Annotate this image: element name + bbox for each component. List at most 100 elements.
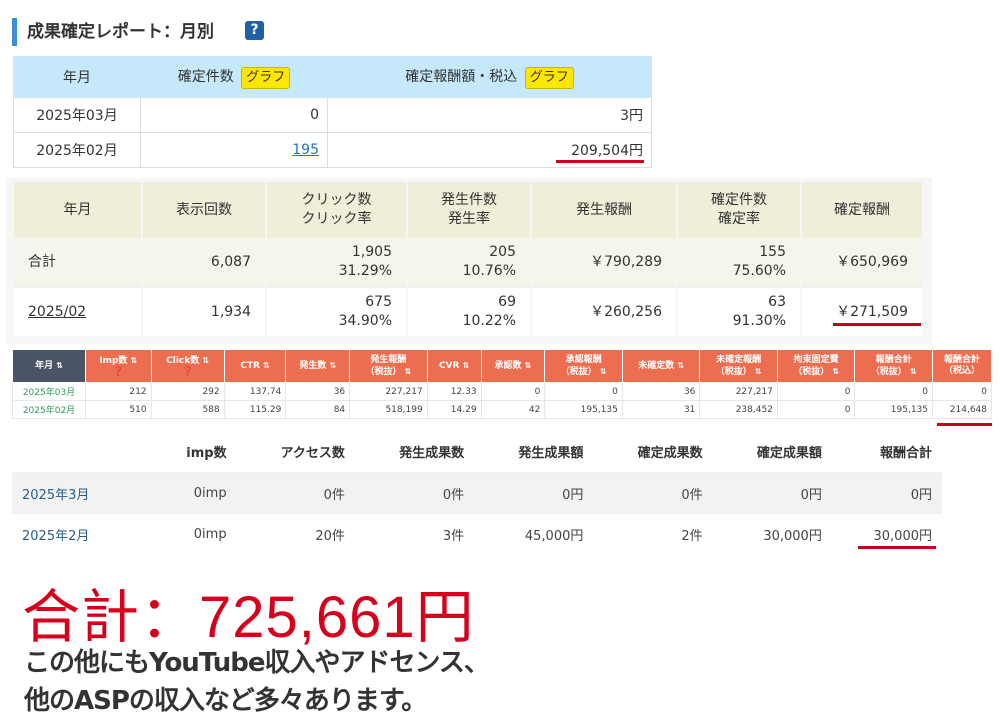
header-label: 報酬合計 xyxy=(875,354,912,365)
cell-conf: 155 75.60% xyxy=(677,238,802,287)
cell-value: 0 xyxy=(544,382,623,401)
cell-value: 45,000円 xyxy=(474,513,594,554)
col-header-blank xyxy=(12,430,152,473)
cell-value: 115.29 xyxy=(223,400,287,419)
cell-ym: 合計 xyxy=(14,238,143,287)
col-header-count-label: 確定件数 xyxy=(177,68,234,85)
cell-value: 0件 xyxy=(354,472,475,514)
cell-value: 518,199 xyxy=(349,400,428,419)
cell-value: 0円 xyxy=(831,472,942,514)
col-header-conf-rate-label: 確定率 xyxy=(718,211,760,227)
count-link[interactable]: 195 xyxy=(292,142,319,158)
cell-value: 12.33 xyxy=(426,382,482,401)
highlight-underline xyxy=(858,546,936,549)
sort-icon: ⇅ xyxy=(329,361,337,370)
cell-value: 0 xyxy=(776,382,856,401)
col-header-approved-reward[interactable]: 承認報酬 （税抜） ⇅ xyxy=(544,349,623,383)
header-label: CTR xyxy=(240,361,260,371)
cell-ym[interactable]: 2025年02月 xyxy=(12,400,86,419)
col-header-fixed-fee[interactable]: 拘束固定費 （税抜） ⇅ xyxy=(776,349,856,383)
asp-detail-table: 年月 ⇅ Imp数 ⇅ ❓ Click数 ⇅ ❓ CTR ⇅ 発生数 ⇅ 発生報酬（… xyxy=(12,349,992,419)
col-header-conf: 確定件数 確定率 xyxy=(677,182,802,238)
col-header-occ-rate-label: 発生率 xyxy=(448,211,490,227)
table-row: 2025年3月 0imp 0件 0件 0円 0件 0円 0円 xyxy=(12,472,942,514)
cell-value: 588 xyxy=(150,400,225,419)
col-header-imp[interactable]: Imp数 ⇅ ❓ xyxy=(85,349,152,383)
cell-value: 42 xyxy=(480,400,546,419)
highlight-underline xyxy=(556,160,644,163)
header-sublabel: （税抜） xyxy=(365,366,402,377)
col-header-pending-reward[interactable]: 未確定報酬 （税抜） ⇅ xyxy=(699,349,778,383)
col-header-amount-label: 確定報酬額・税込 xyxy=(405,68,518,85)
cell-value: 14.29 xyxy=(426,400,482,419)
header-label: Imp数 xyxy=(99,355,128,366)
col-header-imp: 表示回数 xyxy=(142,182,267,238)
cell-clicks: 675 34.90% xyxy=(266,286,408,336)
header-label: 承認報酬 xyxy=(565,354,602,365)
cell-value: 212 xyxy=(85,382,152,401)
header-sublabel: （税抜） xyxy=(870,366,907,377)
cell-value: 30,000円 xyxy=(712,513,832,554)
cell-imp: 6,087 xyxy=(142,238,267,287)
cell-occ-reward: ￥260,256 xyxy=(531,286,678,336)
col-header-ctr[interactable]: CTR ⇅ xyxy=(223,349,287,383)
col-header-ym[interactable]: 年月 ⇅ xyxy=(12,349,86,383)
help-icon[interactable]: ❓ xyxy=(182,367,193,377)
click-stats-table: 年月 表示回数 クリック数 クリック率 発生件数 発生率 発生報酬 確定件数 確定率 … xyxy=(14,182,924,336)
header-label: 未確定数 xyxy=(638,361,675,371)
col-header-occ[interactable]: 発生数 ⇅ xyxy=(285,349,351,383)
col-header-occ-reward[interactable]: 発生報酬 （税抜） ⇅ xyxy=(349,349,428,383)
help-icon[interactable]: ❓ xyxy=(113,367,124,377)
cell-count: 195 xyxy=(140,132,328,168)
header-label: 報酬合計 xyxy=(943,355,980,365)
col-header-occ-amount: 発生成果額 xyxy=(518,445,584,461)
cell-conf-reward: ￥650,969 xyxy=(801,238,924,287)
table-header-row: 年月 ⇅ Imp数 ⇅ ❓ Click数 ⇅ ❓ CTR ⇅ 発生数 ⇅ 発生報酬（… xyxy=(12,349,992,383)
cell-value: 0imp xyxy=(152,513,237,554)
cell-amount: 3円 xyxy=(327,97,652,133)
col-header-click[interactable]: Click数 ⇅ ❓ xyxy=(150,349,225,383)
cell-ym: 2025年3月 xyxy=(12,472,152,514)
col-header-total-ex-tax[interactable]: 報酬合計 （税抜） ⇅ xyxy=(854,349,933,383)
cell-ym: 2025年2月 xyxy=(12,513,152,554)
header-label: 年月 xyxy=(35,361,54,371)
col-header-approved[interactable]: 承認数 ⇅ xyxy=(480,349,546,383)
col-header-conf-count: 確定成果数 xyxy=(637,445,703,461)
col-header-access: アクセス数 xyxy=(280,445,345,461)
value-occ: 69 xyxy=(498,294,516,310)
graph-button-count[interactable]: グラフ xyxy=(241,66,291,89)
month-link[interactable]: 2025/02 xyxy=(28,304,86,320)
value-conf: 63 xyxy=(768,294,786,310)
header-label: 未確定報酬 xyxy=(716,354,762,365)
value-clicks: 675 xyxy=(365,294,392,310)
table-row: 2025年03月 0 3円 xyxy=(13,97,652,133)
table-row: 2025/02 1,934 675 34.90% 69 10.22% ￥260,25… xyxy=(14,286,924,336)
cell-occ: 69 10.22% xyxy=(407,286,532,336)
col-header-occ-reward: 発生報酬 xyxy=(531,182,678,238)
highlight-underline xyxy=(833,323,921,326)
help-icon[interactable]: ? xyxy=(245,21,264,40)
cell-ym: 2025/02 xyxy=(14,286,143,336)
cell-conf-reward: ￥271,509 xyxy=(801,286,924,336)
cell-count: 0 xyxy=(140,97,328,133)
cell-value: 20件 xyxy=(236,513,355,554)
col-header-occ-label: 発生件数 xyxy=(441,192,497,208)
value-conf: 155 xyxy=(759,244,786,260)
value-conf-rate: 75.60% xyxy=(732,263,786,279)
table-row: 2025年02月 510 588 115.29 84 518,199 14.29… xyxy=(12,400,992,419)
table-row: 2025年03月 212 292 137.74 36 227,217 12.33… xyxy=(12,382,992,401)
col-header-cvr[interactable]: CVR ⇅ xyxy=(426,349,482,383)
cell-ym: 2025年03月 xyxy=(13,97,141,133)
col-header-pending[interactable]: 未確定数 ⇅ xyxy=(621,349,701,383)
cell-value: 31 xyxy=(621,400,701,419)
col-header-total-in-tax[interactable]: 報酬合計 （税込） xyxy=(932,349,992,383)
cell-value: 0円 xyxy=(712,472,832,514)
cell-value: 0 xyxy=(854,382,933,401)
value-ctr: 31.29% xyxy=(338,263,392,279)
graph-button-amount[interactable]: グラフ xyxy=(524,66,574,89)
col-header-ym: 年月 xyxy=(13,56,141,98)
cell-ym[interactable]: 2025年03月 xyxy=(12,382,86,401)
cell-value: 36 xyxy=(621,382,701,401)
sort-icon: ⇅ xyxy=(263,361,270,370)
monthly-confirmed-table: 年月 確定件数 グラフ 確定報酬額・税込 グラフ 2025年03月 0 3円 2… xyxy=(13,56,652,168)
